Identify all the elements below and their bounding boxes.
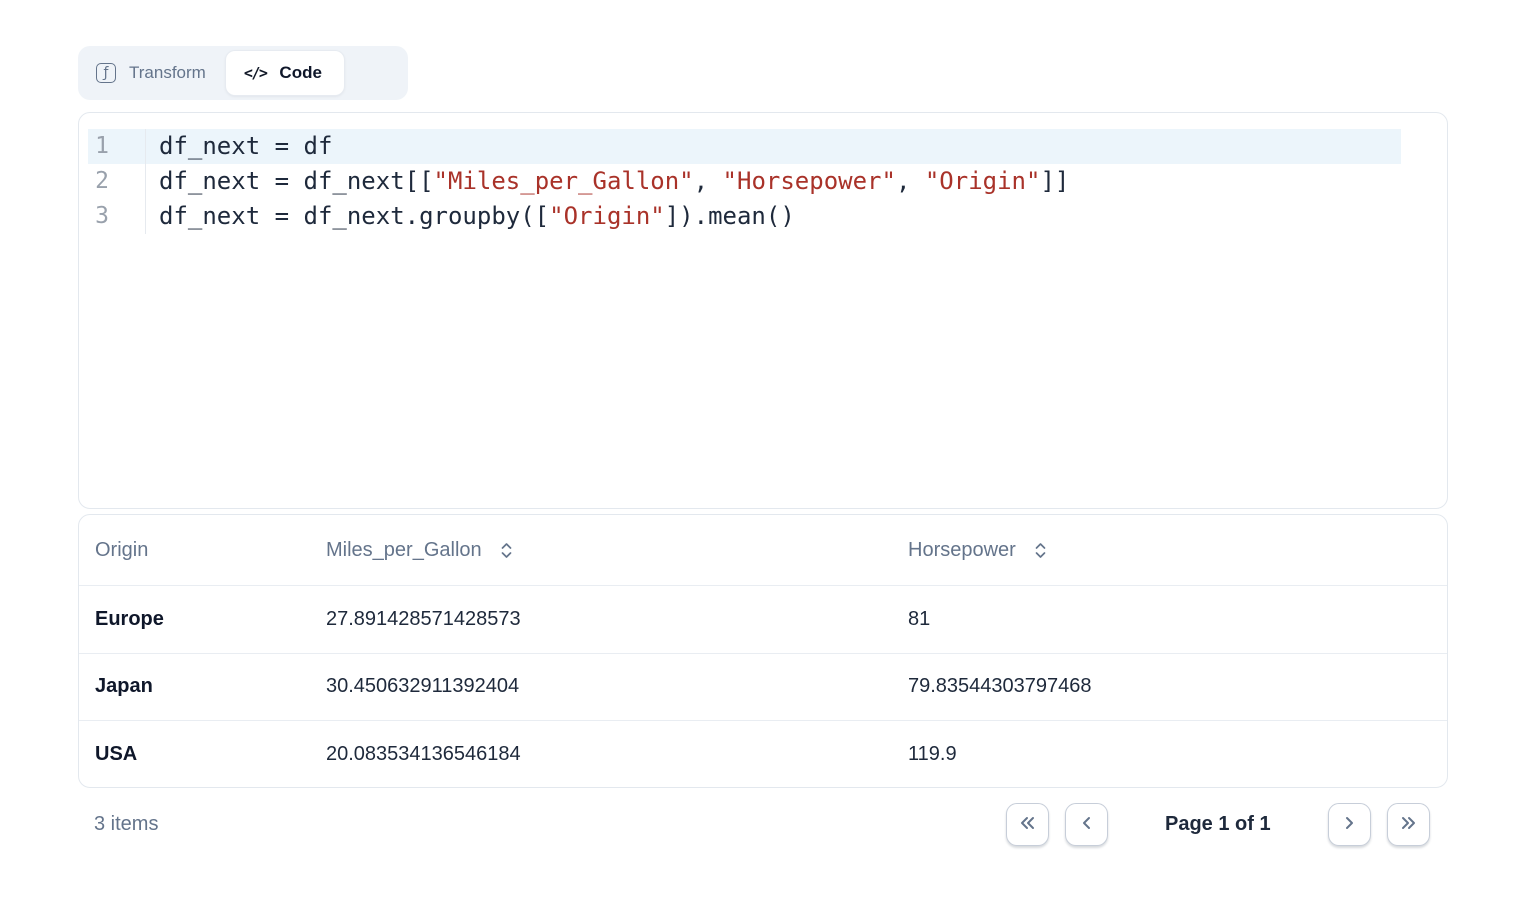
code-line-2[interactable]: 2 df_next = df_next[["Miles_per_Gallon",… — [88, 164, 1401, 199]
code-icon: </> — [244, 64, 267, 82]
line-number-2: 2 — [88, 164, 146, 199]
first-page-button[interactable] — [1006, 803, 1049, 846]
code-token: ]] — [1040, 167, 1069, 195]
table-row: USA 20.083534136546184 119.9 — [79, 720, 1447, 788]
line-number-1: 1 — [88, 129, 146, 164]
cell-horsepower: 79.83544303797468 — [892, 675, 1447, 698]
tab-transform[interactable]: ƒ Transform — [83, 51, 224, 95]
chevrons-left-icon — [1017, 813, 1038, 836]
next-page-button[interactable] — [1328, 803, 1371, 846]
sort-icon[interactable] — [499, 541, 514, 560]
code-token: df_next = df_next.groupby([ — [159, 202, 549, 230]
table-header: Origin Miles_per_Gallon Horsepower — [79, 515, 1447, 585]
code-text-3: df_next = df_next.groupby(["Origin"]).me… — [146, 199, 795, 234]
cell-miles-per-gallon: 27.891428571428573 — [310, 608, 892, 631]
cell-origin: USA — [79, 743, 310, 766]
table-row: Europe 27.891428571428573 81 — [79, 585, 1447, 653]
code-line-3[interactable]: 3 df_next = df_next.groupby(["Origin"]).… — [88, 199, 1401, 234]
cell-miles-per-gallon: 30.450632911392404 — [310, 675, 892, 698]
items-count: 3 items — [94, 803, 158, 846]
tab-code[interactable]: </> Code — [226, 51, 344, 95]
line-number-3: 3 — [88, 199, 146, 234]
tab-code-label: Code — [279, 63, 322, 83]
prev-page-button[interactable] — [1065, 803, 1108, 846]
transform-code-view: ƒ Transform </> Code 1 df_next = df 2 df… — [0, 0, 1516, 918]
code-token: , — [896, 167, 925, 195]
code-token-string: "Origin" — [925, 167, 1041, 195]
header-label-miles-per-gallon: Miles_per_Gallon — [326, 539, 482, 562]
code-token-string: "Origin" — [549, 202, 665, 230]
cell-origin: Europe — [79, 608, 310, 631]
code-token: , — [694, 167, 723, 195]
sort-icon[interactable] — [1033, 541, 1048, 560]
chevron-left-icon — [1077, 813, 1097, 836]
code-token-string: "Miles_per_Gallon" — [434, 167, 694, 195]
cell-origin: Japan — [79, 675, 310, 698]
header-label-origin: Origin — [95, 539, 148, 562]
code-editor[interactable]: 1 df_next = df 2 df_next = df_next[["Mil… — [78, 112, 1448, 509]
result-table: Origin Miles_per_Gallon Horsepower Europ… — [78, 514, 1448, 788]
page-indicator: Page 1 of 1 — [1165, 813, 1271, 836]
cell-horsepower: 119.9 — [892, 743, 1447, 766]
header-cell-horsepower[interactable]: Horsepower — [892, 539, 1447, 562]
code-token: df_next = df — [159, 132, 332, 160]
code-text-1: df_next = df — [146, 129, 332, 164]
code-token: df_next = df_next[[ — [159, 167, 434, 195]
view-mode-tabbar: ƒ Transform </> Code — [78, 46, 408, 100]
header-cell-miles-per-gallon[interactable]: Miles_per_Gallon — [310, 539, 892, 562]
code-text-2: df_next = df_next[["Miles_per_Gallon", "… — [146, 164, 1069, 199]
header-label-horsepower: Horsepower — [908, 539, 1016, 562]
header-cell-origin: Origin — [79, 539, 310, 562]
code-token-string: "Horsepower" — [723, 167, 896, 195]
code-line-1[interactable]: 1 df_next = df — [88, 129, 1401, 164]
pagination-controls: Page 1 of 1 — [1006, 803, 1430, 846]
chevron-right-icon — [1339, 813, 1359, 836]
function-icon: ƒ — [96, 63, 116, 83]
code-token: ]).mean() — [665, 202, 795, 230]
cell-miles-per-gallon: 20.083534136546184 — [310, 743, 892, 766]
cell-horsepower: 81 — [892, 608, 1447, 631]
chevrons-right-icon — [1398, 813, 1419, 836]
table-row: Japan 30.450632911392404 79.835443037974… — [79, 653, 1447, 721]
tab-transform-label: Transform — [129, 63, 206, 83]
last-page-button[interactable] — [1387, 803, 1430, 846]
